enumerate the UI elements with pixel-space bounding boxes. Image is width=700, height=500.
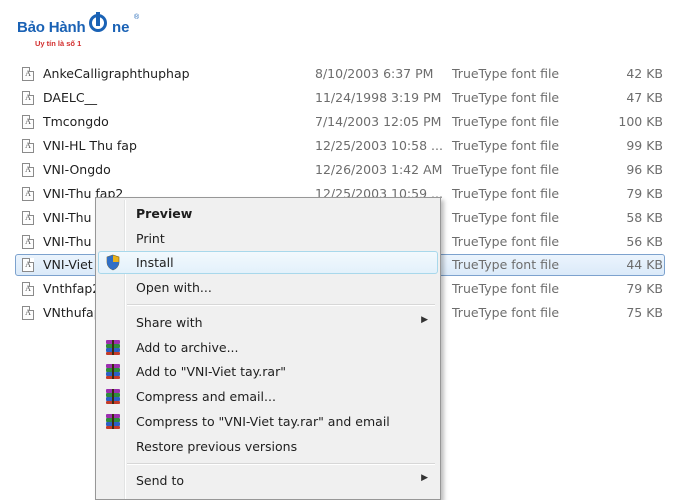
menu-item-label: Share with [136,315,203,330]
file-type: TrueType font file [452,305,560,320]
file-size: 47 KB [626,90,663,105]
file-name: VNI-Thu [43,234,92,249]
file-row[interactable]: A VNI-Ongdo 12/26/2003 1:42 AM TrueType … [0,158,700,182]
file-date: 11/24/1998 3:19 PM [315,90,442,105]
file-type: TrueType font file [452,138,560,153]
menu-item-label: Add to "VNI-Viet tay.rar" [136,364,286,379]
file-size: 56 KB [626,234,663,249]
menu-item-add-to-archive[interactable]: Add to archive... [98,336,438,359]
file-size: 96 KB [626,162,663,177]
menu-separator [127,304,435,306]
file-row[interactable]: A AnkeCalligraphthuphap 8/10/2003 6:37 P… [0,62,700,86]
file-name: AnkeCalligraphthuphap [43,66,190,81]
file-name: Tmcongdo [43,114,109,129]
file-name: VNthufap [43,305,102,320]
menu-item-open-with[interactable]: Open with... [98,276,438,299]
file-row[interactable]: A Tmcongdo 7/14/2003 12:05 PM TrueType f… [0,110,700,134]
menu-item-label: Restore previous versions [136,439,298,454]
file-type: TrueType font file [452,90,560,105]
file-name: VNI-Ongdo [43,162,111,177]
file-row[interactable]: A DAELC__ 11/24/1998 3:19 PM TrueType fo… [0,86,700,110]
winrar-icon [106,364,120,379]
file-size: 79 KB [626,186,663,201]
logo-one-icon [89,14,107,32]
brand-logo: Bảo Hành ne ® Uy tín là số 1 [17,12,140,52]
menu-item-preview[interactable]: Preview [98,202,438,225]
file-row[interactable]: A VNI-HL Thu fap 12/25/2003 10:58 ... Tr… [0,134,700,158]
font-file-icon: A [22,115,34,129]
uac-shield-icon [106,254,120,271]
font-file-icon: A [22,67,34,81]
menu-item-label: Open with... [136,280,212,295]
file-type: TrueType font file [452,186,560,201]
file-size: 99 KB [626,138,663,153]
file-date: 12/25/2003 10:58 ... [315,138,443,153]
menu-item-add-to-rar[interactable]: Add to "VNI-Viet tay.rar" [98,360,438,383]
file-type: TrueType font file [452,114,560,129]
logo-brand-text: Bảo Hành [17,19,86,36]
menu-item-restore-versions[interactable]: Restore previous versions [98,435,438,458]
submenu-arrow-icon: ▶ [421,473,428,483]
logo-registered-mark: ® [134,14,140,21]
winrar-icon [106,414,120,429]
logo-suffix-text: ne [112,19,130,36]
font-file-icon: A [22,211,34,225]
font-file-icon: A [22,91,34,105]
menu-separator [127,463,435,465]
file-size: 75 KB [626,305,663,320]
file-type: TrueType font file [452,281,560,296]
menu-item-compress-email[interactable]: Compress and email... [98,385,438,408]
file-size: 58 KB [626,210,663,225]
submenu-arrow-icon: ▶ [421,315,428,325]
menu-item-label: Compress and email... [136,389,276,404]
file-size: 42 KB [626,66,663,81]
file-type: TrueType font file [452,234,560,249]
file-name: VNI-Viet [43,257,93,272]
menu-item-share-with[interactable]: Share with ▶ [98,311,438,334]
menu-item-label: Preview [136,206,193,221]
menu-item-install[interactable]: Install [98,251,438,274]
font-file-icon: A [22,163,34,177]
file-date: 7/14/2003 12:05 PM [315,114,442,129]
winrar-icon [106,340,120,355]
menu-item-compress-rar-email[interactable]: Compress to "VNI-Viet tay.rar" and email [98,410,438,433]
file-type: TrueType font file [452,257,560,272]
menu-item-label: Add to archive... [136,340,239,355]
menu-item-label: Send to [136,473,185,488]
file-name: Vnthfap2 [43,281,101,296]
font-file-icon: A [22,139,34,153]
font-file-icon: A [22,258,34,272]
file-type: TrueType font file [452,162,560,177]
file-name: DAELC__ [43,90,98,105]
file-name: VNI-Thu [43,210,92,225]
menu-item-label: Print [136,231,165,246]
font-file-icon: A [22,187,34,201]
menu-item-label: Compress to "VNI-Viet tay.rar" and email [136,414,390,429]
file-type: TrueType font file [452,210,560,225]
file-type: TrueType font file [452,66,560,81]
file-name: VNI-HL Thu fap [43,138,137,153]
file-size: 79 KB [626,281,663,296]
file-size: 44 KB [626,257,663,272]
menu-item-print[interactable]: Print [98,227,438,250]
menu-item-send-to[interactable]: Send to ▶ [98,469,438,492]
file-size: 100 KB [618,114,663,129]
file-date: 8/10/2003 6:37 PM [315,66,434,81]
font-file-icon: A [22,306,34,320]
menu-item-label: Install [136,255,174,270]
file-date: 12/26/2003 1:42 AM [315,162,443,177]
winrar-icon [106,389,120,404]
logo-tagline: Uy tín là số 1 [35,39,82,48]
font-file-icon: A [22,235,34,249]
context-menu: Preview Print Install Open with... Share… [95,197,441,500]
font-file-icon: A [22,282,34,296]
